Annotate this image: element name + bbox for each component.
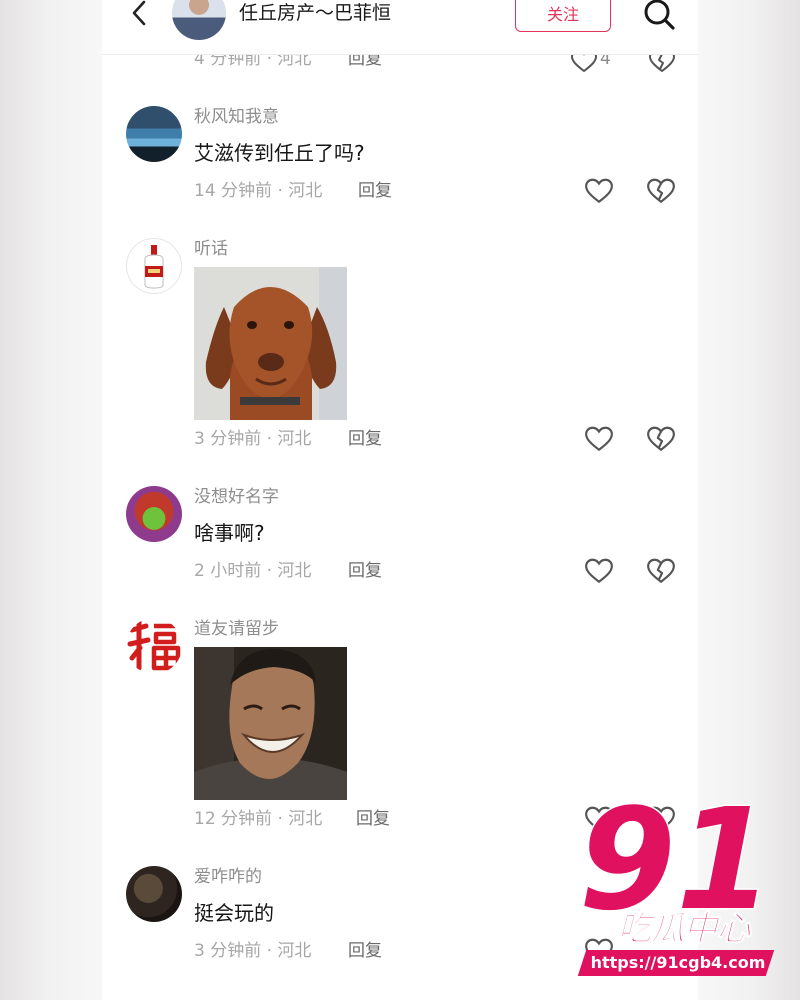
follow-button[interactable]: 关注 [515,0,611,32]
comment-text: 艾滋传到任丘了吗? [194,141,365,165]
reply-button[interactable]: 回复 [348,940,382,962]
broken-heart-icon [647,426,675,452]
heart-icon [585,558,613,584]
user-avatar[interactable] [126,866,182,922]
comment-text: 啥事啊? [194,521,265,545]
dog-image [194,267,347,420]
like-button[interactable] [584,558,614,586]
user-avatar[interactable] [126,618,182,674]
reply-button[interactable]: 回复 [358,180,392,202]
author-avatar[interactable] [172,0,226,40]
user-avatar[interactable] [126,486,182,542]
page-title: 任丘房产～巴菲恒 [239,2,392,24]
comment-meta: 12 分钟前 · 河北 [194,809,323,829]
heart-icon [585,426,613,452]
broken-heart-icon [647,178,675,204]
comment-meta: 3 分钟前 · 河北 [194,429,312,449]
search-icon [644,0,675,30]
watermark-url: https://91cgb4.com [590,953,766,972]
top-bar: 任丘房产～巴菲恒 关注 [102,0,698,55]
like-button[interactable] [584,178,614,206]
comment-username[interactable]: 没想好名字 [194,486,279,508]
watermark-logo: 91 吃瓜中心 https://91cgb4.com [576,790,776,980]
fu-character-icon [127,619,181,671]
reply-button[interactable]: 回复 [356,808,390,830]
user-avatar[interactable] [126,238,182,294]
smiling-man-photo[interactable] [194,647,347,800]
comment-username[interactable]: 道友请留步 [194,618,279,640]
chevron-left-icon [132,0,146,26]
watermark-subtitle: 吃瓜中心 [617,909,751,950]
dislike-button[interactable] [646,178,676,206]
reply-button[interactable]: 回复 [348,560,382,582]
dog-photo[interactable] [194,267,347,420]
comment-meta: 14 分钟前 · 河北 [194,181,323,201]
comment-meta: 3 分钟前 · 河北 [194,941,312,961]
user-avatar[interactable] [126,106,182,162]
reply-button[interactable]: 回复 [348,428,382,450]
bottle-icon [144,245,164,289]
comment-username[interactable]: 听话 [194,238,228,260]
smiling-man-image [194,647,347,800]
comment-username[interactable]: 爱咋咋的 [194,866,262,888]
heart-icon [585,178,613,204]
dislike-button[interactable] [646,426,676,454]
dislike-button[interactable] [646,558,676,586]
search-button[interactable] [641,0,677,34]
comment-meta: 2 小时前 · 河北 [194,561,312,581]
comment-username[interactable]: 秋风知我意 [194,106,279,128]
broken-heart-icon [647,558,675,584]
comment-text: 挺会玩的 [194,901,274,925]
back-button[interactable] [124,0,154,30]
like-button[interactable] [584,426,614,454]
